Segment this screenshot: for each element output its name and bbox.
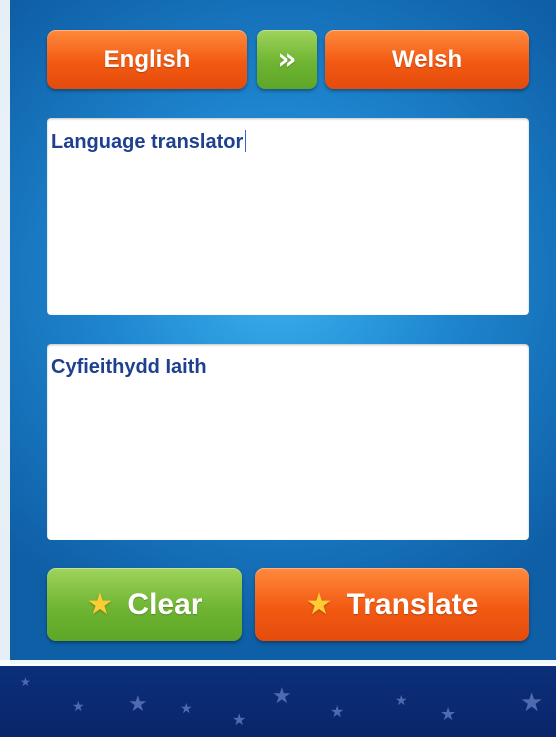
footer-star-icon: ★ [395,693,408,709]
translate-button-label: Translate [346,587,479,621]
clear-button[interactable]: ★ Clear [47,568,242,641]
footer-star-icon: ★ [72,699,85,715]
translate-button[interactable]: ★ Translate [255,568,529,641]
star-icon: ★ [86,587,114,622]
footer-star-icon: ★ [232,710,247,729]
source-text-content: Language translator [51,130,247,154]
star-icon: ★ [305,587,333,622]
footer-starfield: ★ ★ ★ ★ ★ ★ ★ ★ ★ ★ [0,666,556,737]
left-edge [0,0,10,664]
footer-star-icon: ★ [440,704,457,725]
source-language-label: English [103,45,191,73]
text-caret [245,130,247,152]
footer-star-icon: ★ [128,692,148,717]
footer-star-icon: ★ [520,688,544,718]
target-language-label: Welsh [391,45,463,73]
double-chevron-right-icon: » [277,42,297,77]
footer-star-icon: ★ [330,702,345,721]
footer-star-icon: ★ [272,684,292,709]
source-text-value: Language translator [51,131,244,153]
translated-text-output[interactable]: Cyfieithydd Iaith [47,344,529,540]
footer-star-icon: ★ [20,675,31,689]
clear-button-label: Clear [127,587,203,621]
source-language-button[interactable]: English [47,30,247,89]
translated-text-value: Cyfieithydd Iaith [51,356,207,378]
main-panel [0,0,556,664]
target-language-button[interactable]: Welsh [325,30,529,89]
source-text-input[interactable]: Language translator [47,118,529,315]
translator-app: English » Welsh Language translator Cyfi… [0,0,556,737]
swap-languages-button[interactable]: » [257,30,317,89]
footer-star-icon: ★ [180,701,193,717]
